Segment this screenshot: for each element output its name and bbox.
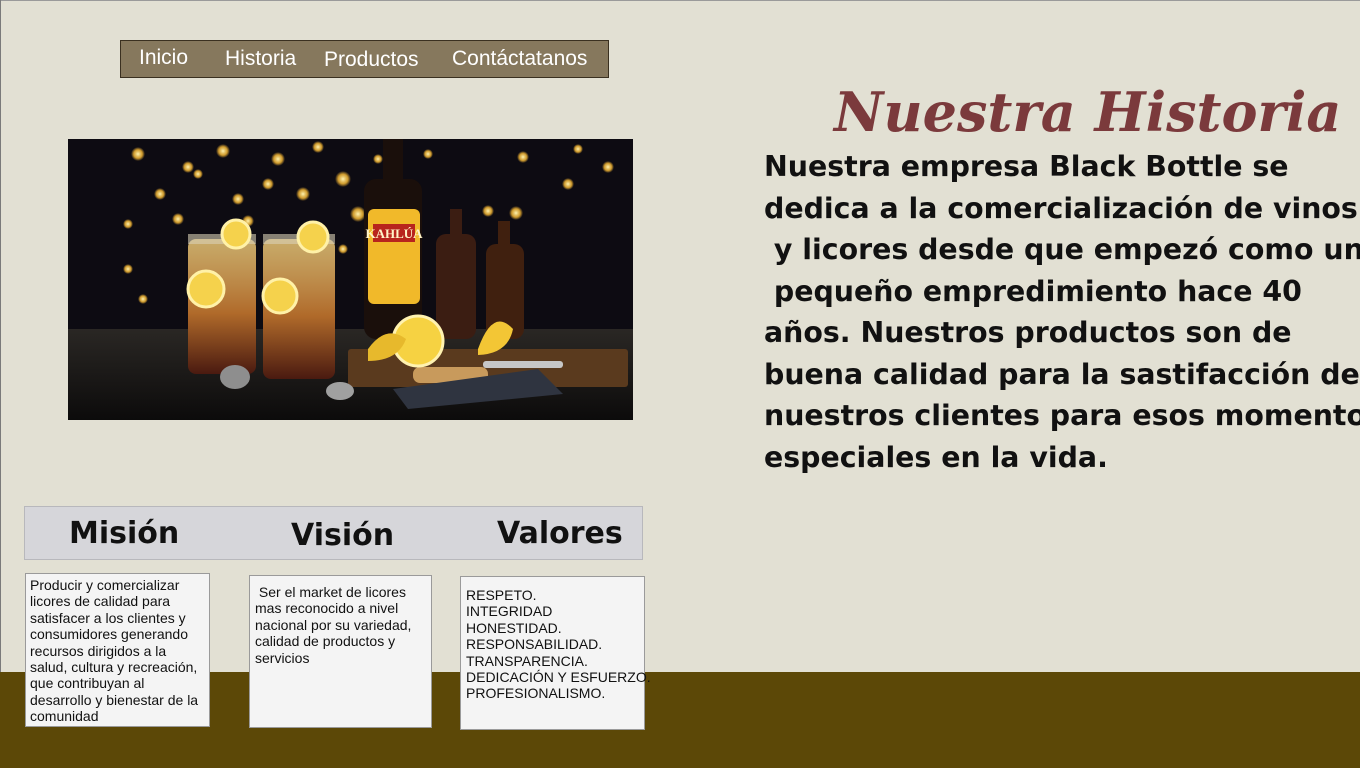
valores-line: PROFESIONALISMO. (466, 685, 606, 702)
page-top-border (0, 0, 1360, 1)
intro-line: Nuestra empresa Black Bottle se (764, 150, 1289, 183)
valores-line: INTEGRIDAD (466, 603, 553, 620)
intro-line: especiales en la vida. (764, 440, 1108, 474)
page-left-border (0, 0, 1, 768)
mision-line: licores de calidad para (30, 593, 171, 610)
bottle-label-text: KAHLÚA (365, 226, 423, 241)
mision-line: satisfacer a los clientes y (30, 609, 186, 626)
mision-line: Producir y comercializar (30, 577, 180, 593)
valores-line: RESPETO. (466, 587, 537, 603)
intro-line: buena calidad para la sastifacción de (764, 357, 1360, 391)
vision-title: Visión (291, 518, 395, 553)
mision-line: salud, cultura y recreación, (30, 659, 198, 676)
valores-title: Valores (497, 516, 623, 551)
valores-line: RESPONSABILIDAD. (466, 636, 603, 653)
mision-line: que contribuyan al (30, 675, 145, 692)
mision-line: consumidores generando (30, 626, 188, 643)
nav-historia-link[interactable]: Historia (225, 47, 296, 71)
pillars-header-bar: Misión Visión Valores (24, 506, 643, 560)
page-title: Nuestra Historia (834, 80, 1342, 145)
vision-line: mas reconocido a nivel (255, 600, 399, 617)
vision-card: Ser el market de licores mas reconocido … (249, 575, 432, 728)
mision-title: Misión (69, 516, 180, 551)
intro-line: nuestros clientes para esos momentos (764, 399, 1360, 432)
vision-line: servicios (255, 649, 310, 666)
intro-line: años. Nuestros productos son de (764, 316, 1292, 349)
valores-line: DEDICACIÓN Y ESFUERZO. (466, 669, 651, 686)
vision-line: calidad de productos y (255, 633, 396, 650)
nav-productos-link[interactable]: Productos (324, 48, 419, 72)
mision-line: desarrollo y bienestar de la (30, 691, 199, 708)
intro-line: pequeño empredimiento hace 40 (764, 274, 1302, 308)
valores-card: RESPETO. INTEGRIDAD HONESTIDAD. RESPONSA… (460, 576, 651, 730)
intro-line: y licores desde que empezó como un (764, 233, 1360, 266)
vision-line: Ser el market de licores (255, 584, 406, 600)
mision-card: Producir y comercializar licores de cali… (25, 573, 210, 727)
mision-line: recursos dirigidos a la (30, 642, 167, 659)
valores-line: TRANSPARENCIA. (466, 652, 588, 669)
nav-inicio-link[interactable]: Inicio (139, 46, 188, 70)
nav-contacto-link[interactable]: Contáctatanos (452, 47, 587, 71)
mision-line: comunidad (30, 708, 99, 725)
intro-line: dedica a la comercialización de vinos (764, 191, 1358, 225)
main-nav: Inicio Historia Productos Contáctatanos (120, 40, 609, 78)
hero-photo: KAHLÚA (68, 139, 633, 420)
valores-line: HONESTIDAD. (466, 619, 562, 636)
intro-paragraph: Nuestra empresa Black Bottle se dedica a… (764, 146, 1360, 478)
vision-line: nacional por su variedad, (255, 616, 412, 633)
